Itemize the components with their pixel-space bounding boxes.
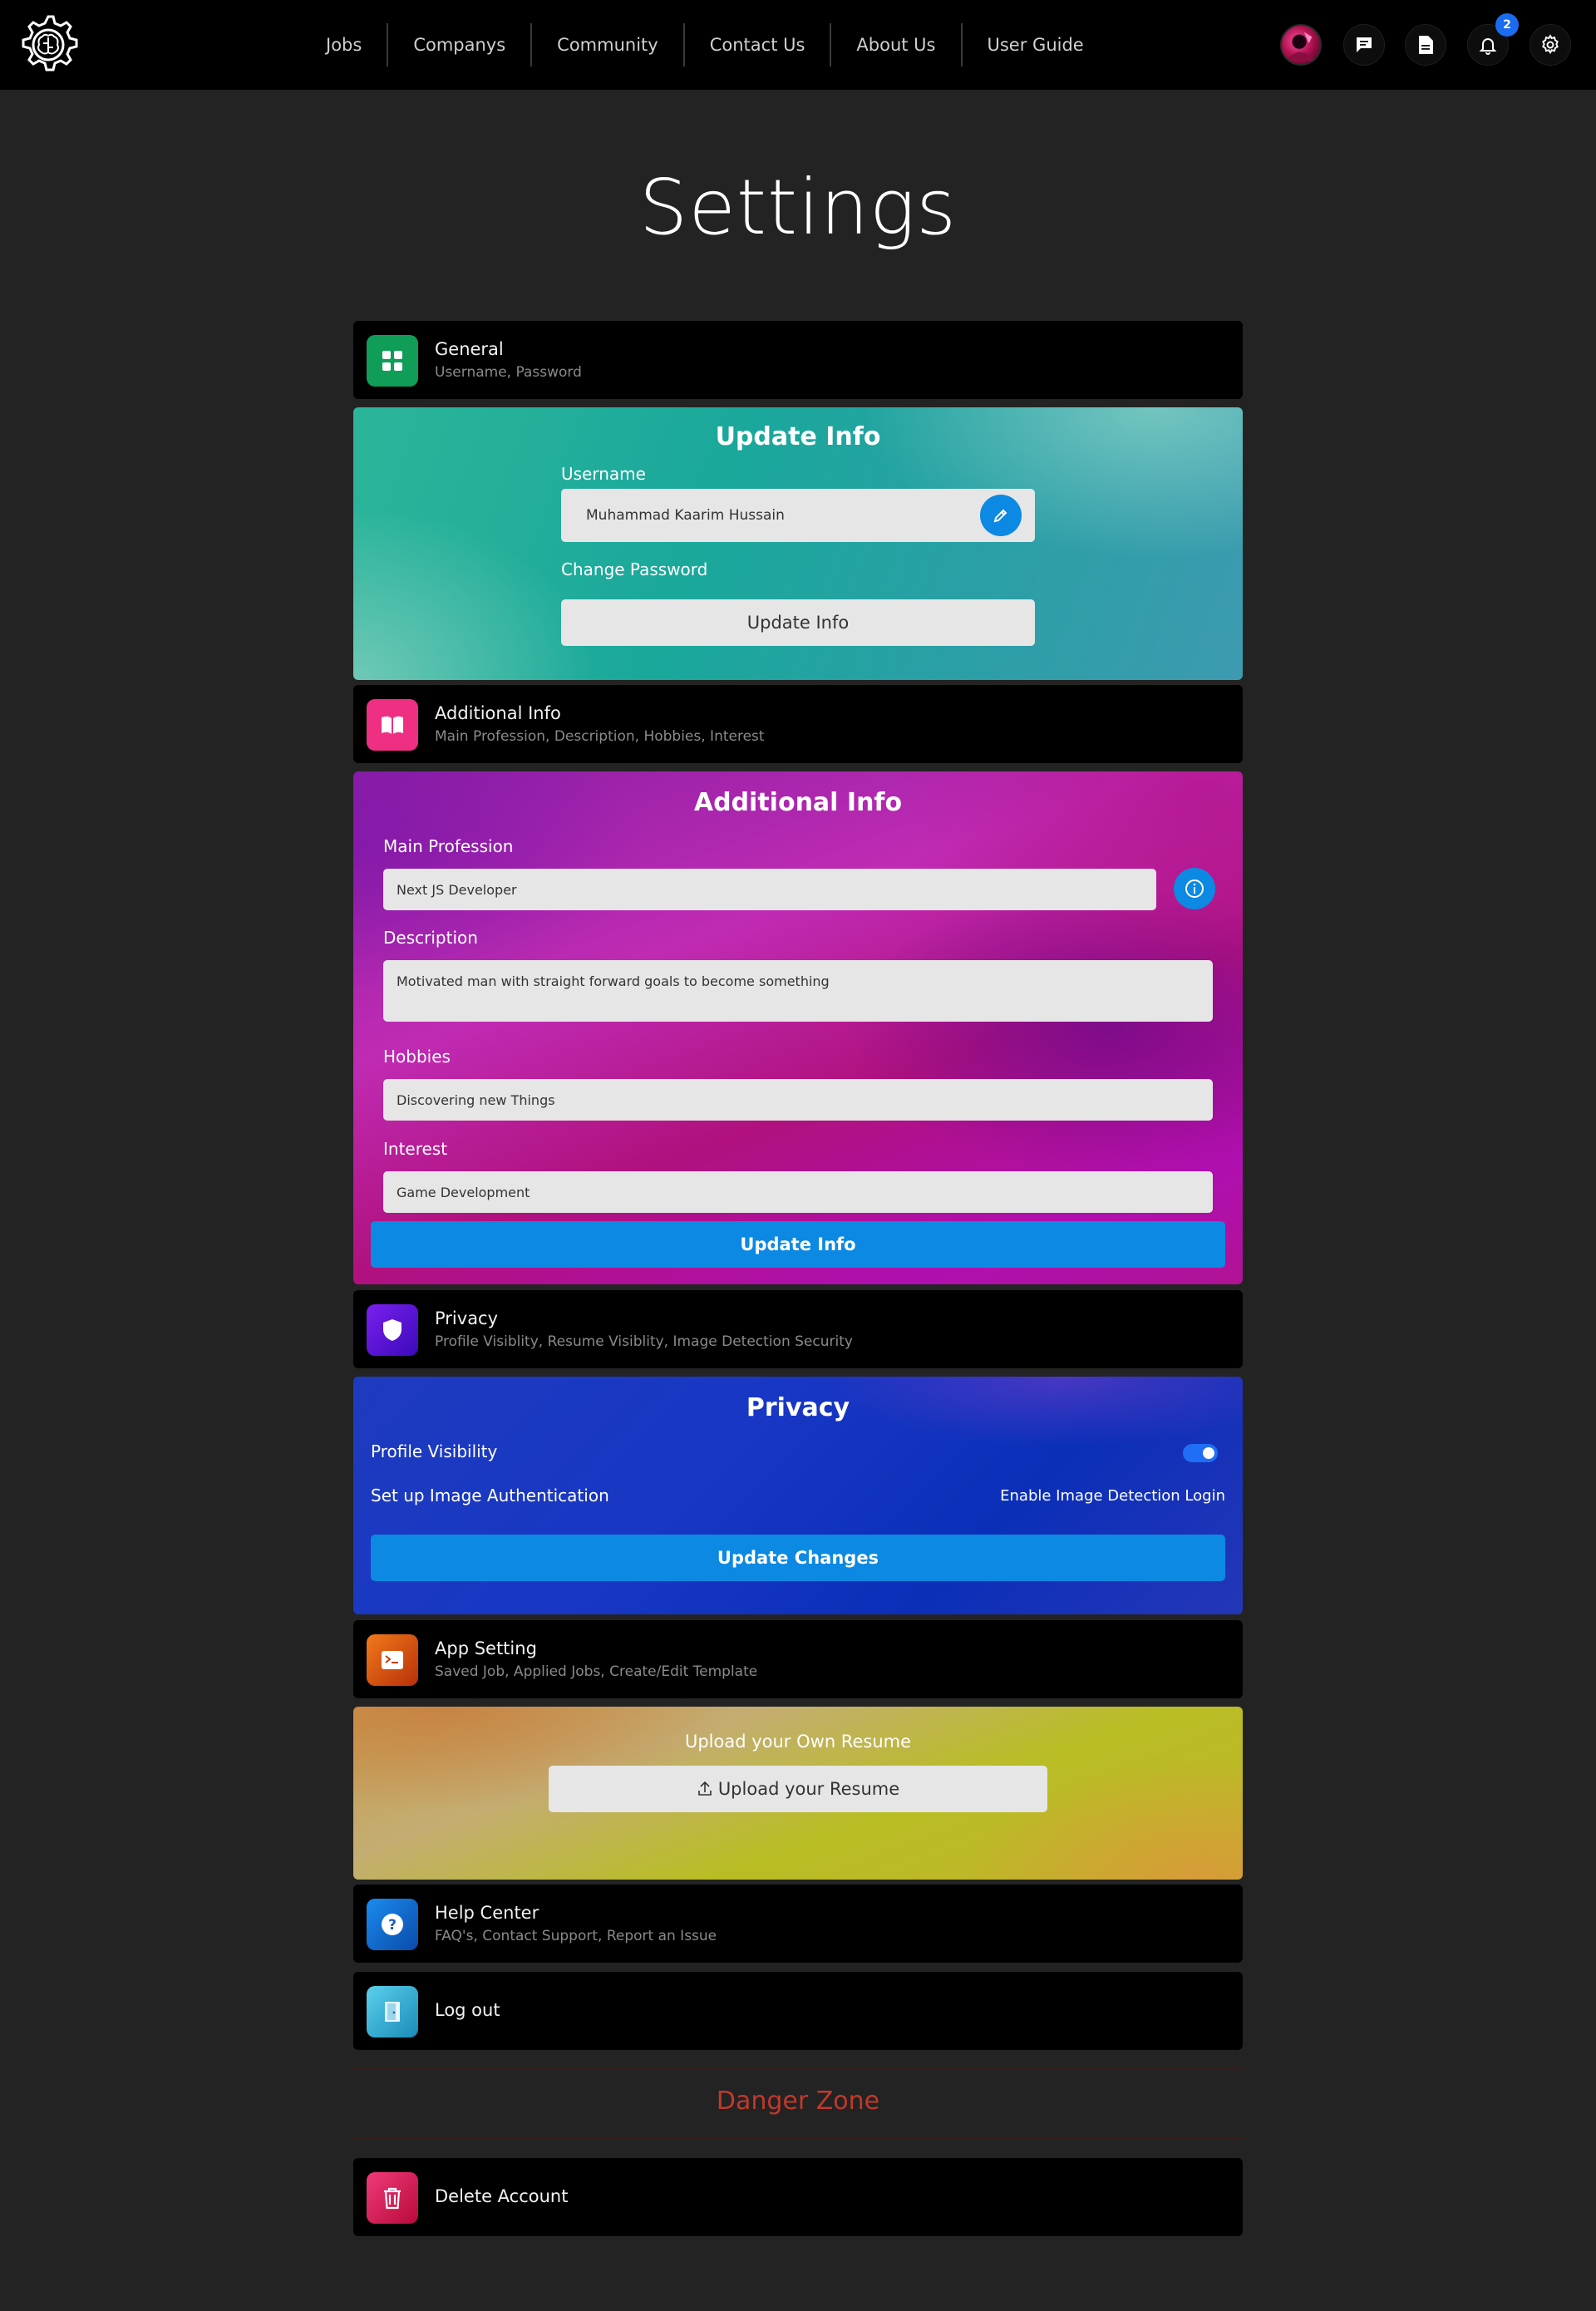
update-additional-info-button[interactable]: Update Info xyxy=(371,1221,1225,1268)
danger-divider-bottom xyxy=(353,2138,1243,2140)
hobbies-label: Hobbies xyxy=(383,1047,451,1067)
row-title: General xyxy=(435,339,504,359)
upload-resume-button[interactable]: Upload your Resume xyxy=(549,1766,1047,1812)
profile-visibility-toggle[interactable] xyxy=(1183,1444,1218,1462)
svg-text:?: ? xyxy=(388,1917,397,1934)
enable-image-detection-link[interactable]: Enable Image Detection Login xyxy=(1000,1487,1225,1505)
update-info-heading: Update Info xyxy=(715,422,881,451)
settings-row-additional-info[interactable]: Additional Info Main Profession, Descrip… xyxy=(353,685,1243,763)
row-subtitle: Saved Job, Applied Jobs, Create/Edit Tem… xyxy=(435,1663,758,1680)
image-auth-label: Set up Image Authentication xyxy=(371,1486,609,1505)
nav-jobs[interactable]: Jobs xyxy=(301,23,387,67)
resume-panel: Upload your Own Resume Upload your Resum… xyxy=(353,1707,1243,1880)
edit-pencil-icon[interactable] xyxy=(980,495,1022,536)
main-profession-label: Main Profession xyxy=(383,836,514,856)
upload-resume-label: Upload your Resume xyxy=(717,1779,900,1799)
nav-contact-us[interactable]: Contact Us xyxy=(682,23,830,67)
grid-icon xyxy=(367,335,418,387)
username-value: Muhammad Kaarim Hussain xyxy=(586,507,785,524)
update-info-button[interactable]: Update Info xyxy=(561,599,1035,646)
row-subtitle: Username, Password xyxy=(435,364,582,381)
settings-row-delete-account[interactable]: Delete Account xyxy=(353,2158,1243,2236)
gear-icon[interactable] xyxy=(1530,24,1571,66)
settings-row-help-center[interactable]: ? Help Center FAQ's, Contact Support, Re… xyxy=(353,1885,1243,1963)
description-textarea[interactable]: Motivated man with straight forward goal… xyxy=(383,960,1213,1022)
interest-label: Interest xyxy=(383,1139,448,1159)
nav-companys[interactable]: Companys xyxy=(387,23,530,67)
question-icon: ? xyxy=(367,1899,418,1950)
shield-icon xyxy=(367,1304,418,1356)
additional-info-panel: Additional Info Main Profession Next JS … xyxy=(353,771,1243,1284)
update-changes-button[interactable]: Update Changes xyxy=(371,1535,1225,1581)
nav-community[interactable]: Community xyxy=(530,23,683,67)
row-title: Delete Account xyxy=(435,2186,569,2206)
update-info-panel: Update Info Username Muhammad Kaarim Hus… xyxy=(353,407,1243,680)
door-icon xyxy=(367,1986,418,2038)
nav-user-guide[interactable]: User Guide xyxy=(960,23,1109,67)
username-field[interactable]: Muhammad Kaarim Hussain xyxy=(561,489,1035,542)
additional-info-heading: Additional Info xyxy=(693,788,903,817)
row-title: App Setting xyxy=(435,1638,537,1658)
main-profession-input[interactable]: Next JS Developer xyxy=(383,869,1156,910)
book-icon xyxy=(367,699,418,751)
row-title: Privacy xyxy=(435,1308,499,1328)
upload-icon xyxy=(697,1781,713,1797)
profile-visibility-label: Profile Visibility xyxy=(371,1441,498,1461)
settings-row-general[interactable]: General Username, Password xyxy=(353,321,1243,399)
change-password-link[interactable]: Change Password xyxy=(561,559,707,579)
row-title: Help Center xyxy=(435,1903,539,1923)
main-nav: Jobs Companys Community Contact Us About… xyxy=(301,23,1109,67)
description-label: Description xyxy=(383,928,478,948)
privacy-heading: Privacy xyxy=(746,1393,850,1422)
danger-zone-title: Danger Zone xyxy=(716,2087,880,2116)
document-icon[interactable] xyxy=(1405,24,1446,66)
row-title: Additional Info xyxy=(435,703,561,723)
row-subtitle: FAQ's, Contact Support, Report an Issue xyxy=(435,1928,717,1944)
user-avatar[interactable] xyxy=(1280,24,1322,66)
nav-about-us[interactable]: About Us xyxy=(830,23,960,67)
row-title: Log out xyxy=(435,2000,500,2020)
row-subtitle: Main Profession, Description, Hobbies, I… xyxy=(435,728,765,745)
terminal-icon xyxy=(367,1634,418,1686)
hobbies-input[interactable]: Discovering new Things xyxy=(383,1079,1213,1121)
chat-icon[interactable] xyxy=(1343,24,1385,66)
trash-icon xyxy=(367,2172,418,2224)
settings-row-log-out[interactable]: Log out xyxy=(353,1972,1243,2050)
privacy-panel: Privacy Profile Visibility Set up Image … xyxy=(353,1377,1243,1614)
username-label: Username xyxy=(561,464,646,484)
brain-gear-logo-icon[interactable] xyxy=(15,12,81,78)
page-title: Settings xyxy=(638,163,958,252)
notification-badge: 2 xyxy=(1495,13,1519,37)
info-icon[interactable] xyxy=(1174,868,1215,909)
danger-divider-top xyxy=(353,2068,1243,2070)
settings-row-privacy[interactable]: Privacy Profile Visiblity, Resume Visibl… xyxy=(353,1290,1243,1368)
upload-resume-heading: Upload your Own Resume xyxy=(684,1732,912,1752)
navbar: Jobs Companys Community Contact Us About… xyxy=(0,0,1596,90)
interest-input[interactable]: Game Development xyxy=(383,1171,1213,1213)
settings-row-app-setting[interactable]: App Setting Saved Job, Applied Jobs, Cre… xyxy=(353,1620,1243,1698)
row-subtitle: Profile Visiblity, Resume Visiblity, Ima… xyxy=(435,1333,853,1350)
